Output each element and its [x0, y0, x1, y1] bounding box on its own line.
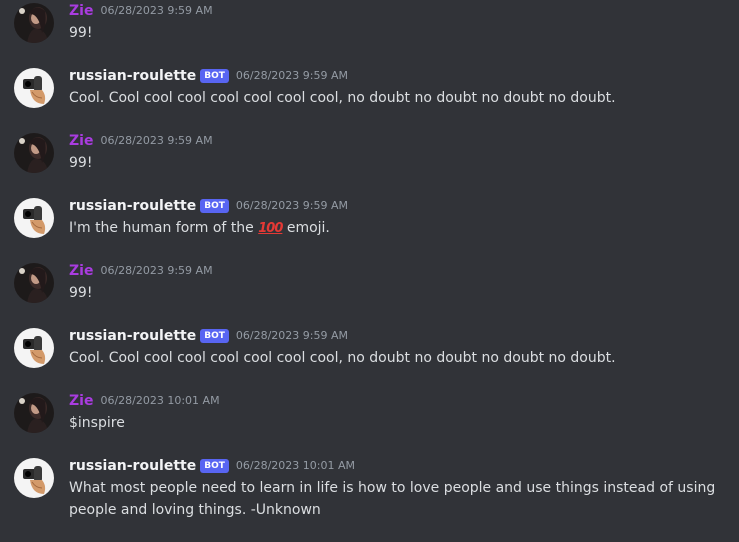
bot-badge: BOT — [200, 69, 229, 83]
message-header: russian-roulette BOT 06/28/2023 9:59 AM — [69, 326, 348, 346]
username[interactable]: russian-roulette — [69, 456, 196, 476]
message: Zie 06/28/2023 9:59 AM 99! — [0, 131, 739, 175]
username[interactable]: russian-roulette — [69, 66, 196, 86]
bot-badge: BOT — [200, 329, 229, 343]
timestamp: 06/28/2023 9:59 AM — [100, 264, 213, 277]
zie-avatar-icon[interactable] — [14, 393, 54, 433]
message-header: Zie 06/28/2023 9:59 AM — [69, 1, 213, 21]
chat-message-list: Zie 06/28/2023 9:59 AM 99! russian-roule… — [0, 0, 739, 542]
timestamp: 06/28/2023 9:59 AM — [235, 329, 349, 342]
zie-avatar-icon[interactable] — [14, 3, 54, 43]
username[interactable]: Zie — [69, 131, 93, 151]
message: Zie 06/28/2023 9:59 AM 99! — [0, 261, 739, 305]
revolver-hand-icon[interactable] — [14, 68, 54, 108]
message: russian-roulette BOT 06/28/2023 9:59 AM … — [0, 326, 739, 370]
zie-avatar-icon[interactable] — [14, 133, 54, 173]
timestamp: 06/28/2023 9:59 AM — [100, 4, 213, 17]
username[interactable]: russian-roulette — [69, 196, 196, 216]
timestamp: 06/28/2023 10:01 AM — [100, 394, 220, 407]
timestamp: 06/28/2023 10:01 AM — [235, 459, 355, 472]
message-text-before: I'm the human form of the — [69, 220, 259, 236]
timestamp: 06/28/2023 9:59 AM — [235, 69, 349, 82]
username[interactable]: Zie — [69, 261, 93, 281]
username[interactable]: russian-roulette — [69, 326, 196, 346]
message-text: What most people need to learn in life i… — [69, 480, 716, 518]
message-text: Cool. Cool cool cool cool cool cool cool… — [69, 350, 616, 366]
message-header: russian-roulette BOT 06/28/2023 9:59 AM — [69, 196, 348, 216]
bot-badge: BOT — [200, 459, 229, 473]
timestamp: 06/28/2023 9:59 AM — [100, 134, 213, 147]
revolver-hand-icon[interactable] — [14, 198, 54, 238]
message-text-after: emoji. — [282, 220, 330, 236]
message-text: 99! — [69, 155, 93, 171]
bot-badge: BOT — [200, 199, 229, 213]
revolver-hand-icon[interactable] — [14, 328, 54, 368]
username[interactable]: Zie — [69, 1, 93, 21]
message: Zie 06/28/2023 10:01 AM $inspire — [0, 391, 739, 435]
message: russian-roulette BOT 06/28/2023 10:01 AM… — [0, 456, 739, 522]
message: Zie 06/28/2023 9:59 AM 99! — [0, 1, 739, 45]
timestamp: 06/28/2023 9:59 AM — [235, 199, 349, 212]
revolver-hand-icon[interactable] — [14, 458, 54, 498]
message-text: Cool. Cool cool cool cool cool cool cool… — [69, 90, 616, 106]
username[interactable]: Zie — [69, 391, 93, 411]
hundred-points-emoji[interactable]: 100 — [258, 221, 283, 236]
message-text: 99! — [69, 285, 93, 301]
message-text: 99! — [69, 25, 93, 41]
message-header: russian-roulette BOT 06/28/2023 10:01 AM — [69, 456, 355, 476]
zie-avatar-icon[interactable] — [14, 263, 54, 303]
message-text: I'm the human form of the 100 emoji. — [69, 217, 719, 240]
message-header: russian-roulette BOT 06/28/2023 9:59 AM — [69, 66, 348, 86]
message-header: Zie 06/28/2023 9:59 AM — [69, 131, 213, 151]
message-text: $inspire — [69, 415, 125, 431]
message: russian-roulette BOT 06/28/2023 9:59 AM … — [0, 66, 739, 110]
message-header: Zie 06/28/2023 9:59 AM — [69, 261, 213, 281]
message: russian-roulette BOT 06/28/2023 9:59 AM … — [0, 196, 739, 240]
message-header: Zie 06/28/2023 10:01 AM — [69, 391, 220, 411]
